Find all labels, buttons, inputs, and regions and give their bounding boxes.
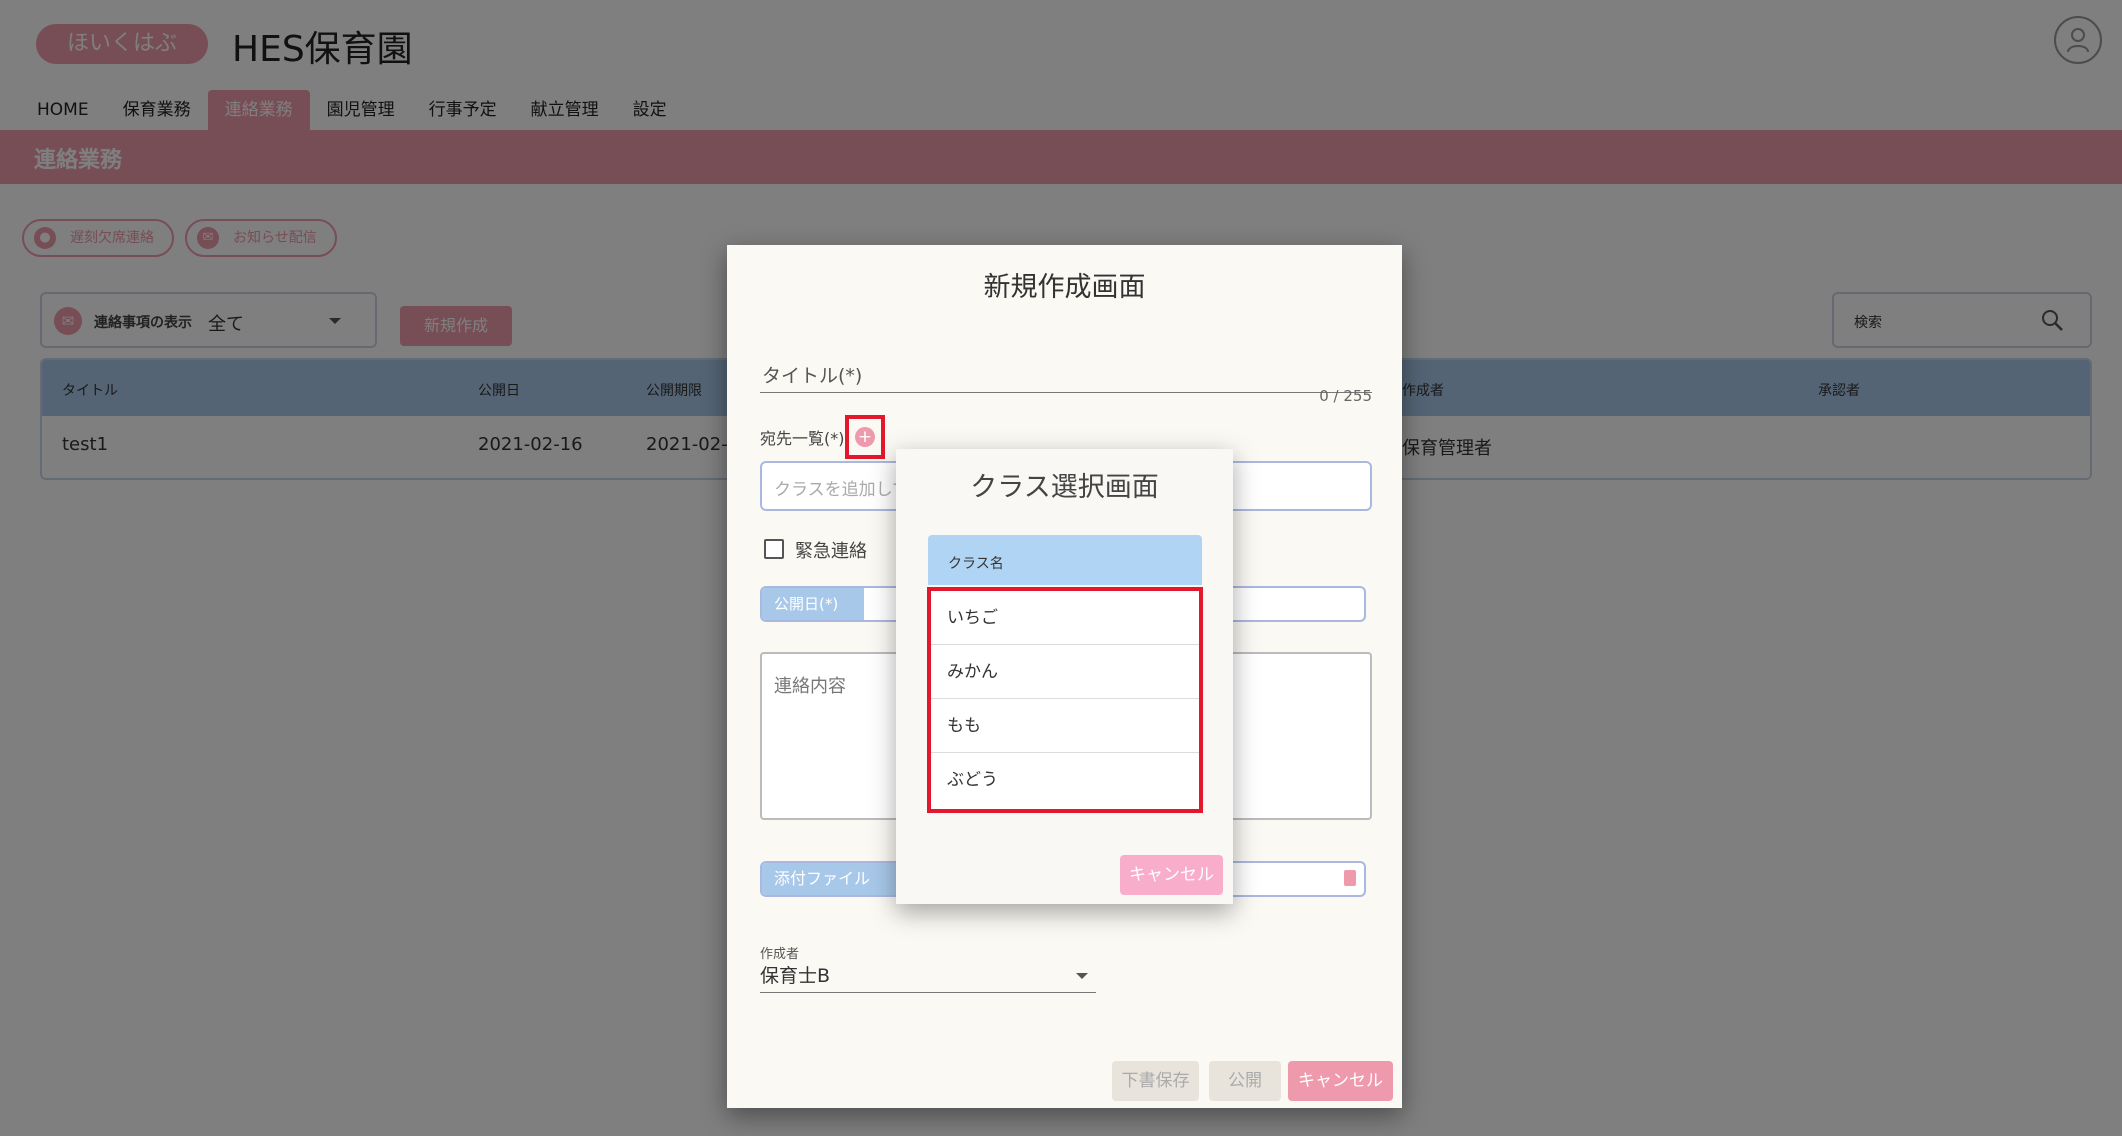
chevron-down-icon [1076,973,1088,979]
trash-icon[interactable] [1344,870,1356,886]
class-item-ichigo[interactable]: いちご [931,591,1199,645]
author-label: 作成者 [760,947,800,962]
modal-title: クラス選択画面 [970,472,1159,503]
class-item-mikan[interactable]: みかん [931,645,1199,699]
add-recipient-button[interactable]: + [845,415,885,459]
class-list-header: クラス名 [928,535,1202,585]
title-counter: 0 / 255 [1319,387,1372,405]
title-field[interactable]: タイトル(*) [760,353,1372,393]
author-select[interactable]: 保育士B [760,961,1096,993]
plus-circle-icon: + [855,427,875,447]
class-name-header: クラス名 [948,556,1004,572]
content-placeholder: 連絡内容 [774,676,846,697]
author-value: 保育士B [760,965,831,987]
urgent-label: 緊急連絡 [795,541,867,562]
recipients-label: 宛先一覧(*) [760,429,845,448]
class-item-momo[interactable]: もも [931,699,1199,753]
publish-date-label: 公開日(*) [762,588,864,620]
dialog-title: 新規作成画面 [983,272,1146,303]
class-field-placeholder: クラスを追加して [774,480,910,500]
modal-cancel-button[interactable]: キャンセル [1120,855,1223,895]
attachment-label: 添付ファイル [762,863,900,895]
publish-button[interactable]: 公開 [1209,1061,1281,1101]
dialog-cancel-button[interactable]: キャンセル [1288,1061,1393,1101]
class-list: いちご みかん もも ぶどう [927,587,1203,813]
class-select-modal: クラス選択画面 クラス名 いちご みかん もも ぶどう キャンセル [896,449,1233,904]
class-item-budou[interactable]: ぶどう [931,753,1199,807]
title-field-placeholder: タイトル(*) [762,365,863,387]
urgent-checkbox[interactable] [764,539,784,559]
save-draft-button[interactable]: 下書保存 [1112,1061,1199,1101]
